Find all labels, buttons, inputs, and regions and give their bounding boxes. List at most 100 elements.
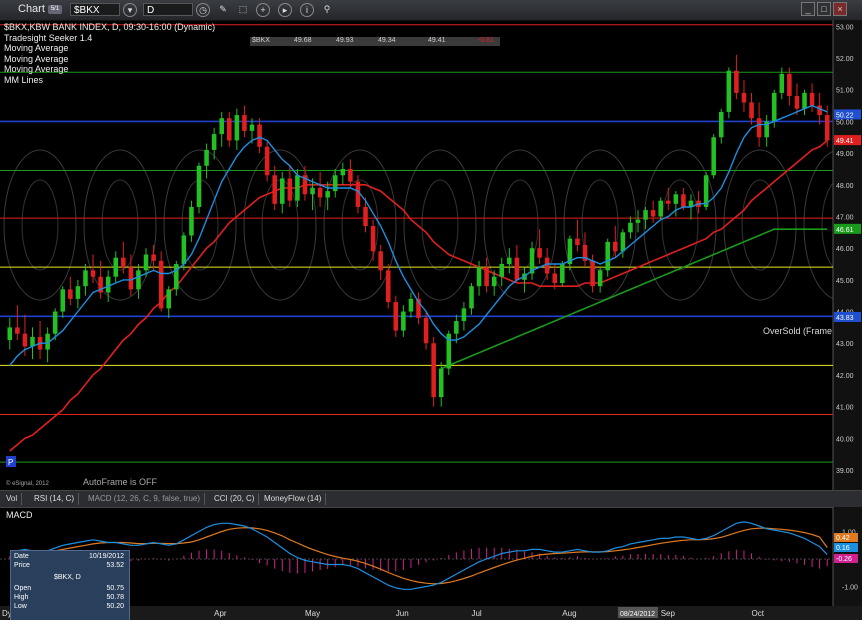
data-row-price: Price 53.52: [14, 562, 124, 569]
candle-body: [635, 219, 641, 223]
tab-cci[interactable]: CCI (20, C): [210, 493, 260, 505]
price-tag-label: 49.41: [836, 138, 854, 145]
price-tick-label: 51.00: [836, 88, 854, 95]
candle-body: [741, 92, 747, 103]
quote-close: 49.41: [428, 37, 446, 44]
candle-body: [575, 238, 580, 245]
quote-high: 49.93: [336, 37, 354, 44]
candle-body: [484, 267, 489, 287]
candle-body: [809, 92, 815, 106]
candle-body: [75, 286, 81, 299]
p-marker-label: P: [8, 458, 13, 467]
price-tick-label: 49.00: [836, 151, 854, 158]
watermark-shape: [21, 179, 59, 271]
price-tick-label: 40.00: [836, 436, 854, 443]
title-bar: Chart 5/1 $BKX ▾ D ◷ ✎ ⬚ + ▸ i ⚲ _ □ ×: [0, 0, 862, 21]
candle-body: [620, 232, 626, 252]
price-tick-label: 46.00: [836, 246, 854, 253]
price-tick-label: 50.00: [836, 119, 854, 126]
candle-body: [166, 289, 171, 309]
candle-body: [257, 124, 262, 147]
quote-low: 49.34: [378, 37, 396, 44]
candle-body: [295, 175, 300, 201]
oversold-label: OverSold (Frame: [763, 326, 833, 336]
symbol-menu-icon[interactable]: ▾: [123, 3, 137, 17]
candle-body: [90, 270, 96, 277]
candle-body: [779, 73, 785, 93]
candle-body: [408, 298, 414, 312]
price-tag-label: 43.83: [836, 315, 854, 322]
candle-body: [749, 102, 754, 119]
interval-input[interactable]: D: [143, 3, 193, 16]
candle-body: [234, 115, 240, 141]
tab-moneyflow[interactable]: MoneyFlow (14): [260, 493, 327, 505]
play-icon[interactable]: ▸: [278, 3, 292, 17]
indicator-tabs: Vol RSI (14, C) MACD (12, 26, C, 9, fals…: [0, 490, 862, 508]
macd-signal-line: [9, 527, 828, 585]
candle-body: [340, 168, 346, 176]
candle-body: [60, 289, 66, 312]
macd-tag-label: 0.42: [836, 535, 850, 542]
layout-badge: 5/1: [48, 5, 62, 14]
candle-body: [673, 194, 679, 204]
autoframe-label: AutoFrame is OFF: [83, 477, 158, 487]
candle-body: [227, 118, 232, 141]
watermark-shape: [581, 179, 619, 271]
time-axis-label: Jun: [396, 609, 409, 618]
price-tick-label: 39.00: [836, 468, 854, 475]
candle-body: [15, 327, 20, 334]
maximize-icon[interactable]: □: [817, 2, 831, 16]
tab-rsi[interactable]: RSI (14, C): [30, 493, 80, 505]
price-tick-label: 41.00: [836, 405, 854, 412]
tab-vol[interactable]: Vol: [2, 493, 23, 505]
candle-body: [423, 317, 429, 344]
quote-change: -0.81: [478, 37, 494, 44]
legend-ma: Moving Average: [4, 64, 69, 74]
quote-symbol: $BKX: [252, 37, 270, 44]
tab-macd[interactable]: MACD (12, 26, C, 9, false, true): [84, 493, 206, 505]
cursor-date-label: 08/24/2012: [620, 611, 655, 618]
candle-body: [650, 210, 656, 217]
candle-body: [628, 222, 633, 233]
candle-body: [136, 270, 141, 290]
candle-body: [325, 191, 330, 198]
chart-window: Chart 5/1 $BKX ▾ D ◷ ✎ ⬚ + ▸ i ⚲ _ □ × 5…: [0, 0, 862, 620]
select-tool-icon[interactable]: ⬚: [236, 3, 250, 17]
legend-mm-lines: MM Lines: [4, 74, 44, 85]
price-chart[interactable]: 53.00 52.00 51.00 50.00 49.00 48.00 47.00 46.00…: [0, 20, 862, 490]
data-row-low: Low 50.20: [14, 603, 124, 610]
price-tag-label: 46.61: [836, 227, 854, 234]
legend-ma: Moving Average: [4, 43, 69, 53]
candle-body: [658, 200, 663, 217]
copyright-label: © eSignal, 2012: [6, 481, 49, 487]
candle-body: [824, 115, 830, 141]
data-row-open: Open 50.75: [14, 585, 124, 592]
zoom-icon[interactable]: +: [256, 3, 270, 17]
window-title: Chart: [18, 3, 45, 15]
candle-body: [552, 273, 558, 284]
ma-short-line: [9, 104, 828, 366]
candle-body: [385, 270, 391, 303]
candle-body: [817, 105, 822, 116]
time-axis-label: Apr: [214, 609, 227, 618]
pencil-icon[interactable]: ✎: [216, 3, 230, 17]
candle-body: [438, 368, 444, 398]
candle-body: [613, 241, 618, 252]
close-icon[interactable]: ×: [833, 2, 847, 16]
symbol-input[interactable]: $BKX: [70, 3, 120, 16]
candle-body: [68, 289, 73, 299]
candle-body: [181, 235, 187, 265]
chart-legend: $BKX,KBW BANK INDEX, D, 09:30-16:00 (Dyn…: [4, 22, 215, 85]
candle-body: [249, 124, 255, 131]
candle-body: [22, 333, 28, 347]
candle-body: [771, 92, 777, 122]
watermark-shape: [83, 149, 157, 301]
legend-indicator: Tradesight Seeker 1.4: [4, 32, 93, 43]
clock-icon[interactable]: ◷: [196, 3, 210, 17]
time-axis-label: Sep: [661, 609, 676, 618]
link-icon[interactable]: ⚲: [320, 3, 334, 17]
candle-body: [151, 254, 156, 261]
candle-body: [158, 260, 164, 309]
info-icon[interactable]: i: [300, 3, 314, 17]
minimize-icon[interactable]: _: [801, 2, 815, 16]
